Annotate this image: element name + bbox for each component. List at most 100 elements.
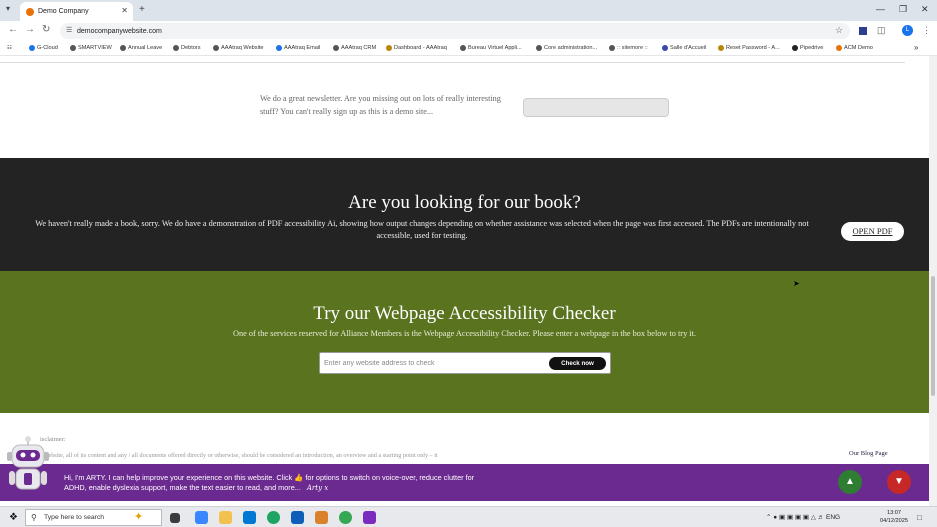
thumbs-up-icon[interactable]: ▲ — [838, 470, 862, 494]
bookmarks-bar: ☷ G-Cloud SMARTVIEW Annual Leave Debtors AAA… — [0, 41, 937, 56]
windows-start-icon[interactable]: ❖ — [9, 512, 18, 523]
bookmark-label: :: sitemore :: — [617, 45, 648, 51]
tray-app-icon[interactable]: ▣ — [795, 514, 801, 521]
newsletter-signup-field[interactable] — [523, 98, 669, 117]
microphone-icon[interactable]: ● — [773, 514, 777, 521]
bookmark-favicon-icon — [213, 45, 219, 51]
bookmark-favicon-icon — [386, 45, 392, 51]
extensions-puzzle-icon[interactable]: ◫ — [877, 25, 886, 36]
volume-icon[interactable]: ♬ — [818, 514, 825, 521]
more-bookmarks-icon[interactable]: » — [914, 43, 918, 52]
url-text: democompanywebsite.com — [77, 27, 162, 35]
book-heading: Are you looking for our book? — [348, 192, 581, 213]
bookmark-item[interactable]: G-Cloud — [29, 45, 58, 51]
bookmark-item[interactable]: Annual Leave — [120, 45, 162, 51]
open-pdf-button[interactable]: OPEN PDF — [841, 222, 904, 241]
site-info-icon[interactable]: ☰ — [66, 26, 72, 34]
bookmark-label: SMARTVIEW — [78, 45, 112, 51]
bookmark-favicon-icon — [333, 45, 339, 51]
bookmark-item[interactable]: Salle d'Accueil — [662, 45, 706, 51]
apps-grid-icon[interactable]: ☷ — [7, 45, 12, 51]
check-now-button[interactable]: Check now — [549, 357, 606, 370]
tray-app-icon[interactable]: ▣ — [803, 514, 809, 521]
close-tab-icon[interactable]: ✕ — [121, 6, 128, 15]
bookmark-item[interactable]: Dashboard - AAAtraq — [386, 45, 447, 51]
bookmark-item[interactable]: AAAtraq Website — [213, 45, 264, 51]
bookmark-favicon-icon — [173, 45, 179, 51]
bookmark-favicon-icon — [460, 45, 466, 51]
bookmark-label: G-Cloud — [37, 45, 58, 51]
bookmark-favicon-icon — [536, 45, 542, 51]
system-clock[interactable]: 13:07 04/12/2025 — [878, 509, 910, 525]
bookmark-label: Salle d'Accueil — [670, 45, 707, 51]
bookmark-item[interactable]: AAAtraq CRM — [333, 45, 376, 51]
bookmark-item[interactable]: Reset Password - A... — [718, 45, 780, 51]
scrollbar-thumb[interactable] — [931, 276, 935, 396]
profile-avatar[interactable]: L — [902, 25, 913, 36]
bookmark-favicon-icon — [836, 45, 842, 51]
blog-page-link[interactable]: Our Blog Page — [849, 450, 888, 457]
widgets-sparkle-icon[interactable]: ✦ — [134, 510, 147, 523]
search-icon: ⚲ — [31, 513, 37, 522]
bookmark-item[interactable]: :: sitemore :: — [609, 45, 648, 51]
arty-robot-icon[interactable] — [6, 436, 50, 492]
bookmark-item[interactable]: Pipedrive — [792, 45, 823, 51]
wifi-icon[interactable]: △ — [811, 514, 816, 521]
bookmark-favicon-icon — [276, 45, 282, 51]
menu-kebab-icon[interactable]: ⋮ — [922, 25, 931, 36]
bookmark-label: Annual Leave — [128, 45, 163, 51]
bookmark-item[interactable]: Debtors — [173, 45, 201, 51]
bookmark-item[interactable]: SMARTVIEW — [70, 45, 112, 51]
notifications-icon[interactable]: □ — [917, 513, 922, 522]
book-section: Are you looking for our book? We haven't… — [0, 158, 929, 271]
newsletter-text: We do a great newsletter. Are you missin… — [260, 94, 501, 116]
page-scrollbar[interactable] — [929, 56, 937, 506]
task-view-icon[interactable] — [170, 513, 180, 523]
copilot-icon[interactable] — [195, 511, 208, 524]
bookmark-item[interactable]: AAAtraq Email — [276, 45, 320, 51]
back-icon[interactable]: ← — [8, 24, 18, 35]
chrome-icon[interactable] — [339, 511, 352, 524]
bookmark-star-icon[interactable]: ☆ — [835, 25, 843, 36]
tab-title: Demo Company — [38, 8, 89, 15]
bookmark-label: Dashboard - AAAtraq — [394, 45, 447, 51]
bookmark-item[interactable]: Bureau Virtuel Appli... — [460, 45, 522, 51]
disclaimer-text: website, all of its content and any / al… — [44, 452, 438, 459]
thumbs-down-icon[interactable]: ▼ — [887, 470, 911, 494]
browser-tab[interactable]: Demo Company ✕ — [20, 2, 133, 21]
extension-icon[interactable] — [859, 27, 867, 35]
bookmark-item[interactable]: Core administration... — [536, 45, 597, 51]
tray-app-icon[interactable]: ▣ — [779, 514, 785, 521]
tray-chevron-icon[interactable]: ⌃ — [766, 514, 771, 521]
website-address-input[interactable] — [324, 357, 542, 370]
bookmark-favicon-icon — [29, 45, 35, 51]
restore-icon[interactable]: ❐ — [899, 4, 907, 15]
book-description: We haven't really made a book, sorry. We… — [35, 219, 809, 240]
mouse-cursor-icon: ➤ — [793, 279, 800, 288]
file-explorer-icon[interactable] — [219, 511, 232, 524]
tab-search-icon[interactable]: ▾ — [6, 4, 10, 13]
minimize-icon[interactable]: — — [876, 4, 885, 14]
teams-icon[interactable] — [363, 511, 376, 524]
reload-icon[interactable]: ↻ — [42, 24, 50, 35]
language-indicator[interactable]: ENG — [826, 514, 840, 521]
web-page: We do a great newsletter. Are you missin… — [0, 56, 929, 500]
forward-icon[interactable]: → — [25, 24, 35, 35]
tray-app-icon[interactable]: ▣ — [787, 514, 793, 521]
new-tab-icon[interactable]: + — [139, 4, 145, 15]
word-icon[interactable] — [291, 511, 304, 524]
bookmark-favicon-icon — [662, 45, 668, 51]
edge-icon[interactable] — [267, 511, 280, 524]
address-bar[interactable]: ☰ democompanywebsite.com — [60, 23, 850, 39]
bookmark-label: AAAtraq Email — [284, 45, 321, 51]
arty-signature: Arty x — [306, 484, 329, 492]
bookmark-label: Core administration... — [544, 45, 598, 51]
close-window-icon[interactable]: ✕ — [921, 4, 929, 15]
bookmark-item[interactable]: ACM Demo — [836, 45, 873, 51]
outlook-icon[interactable] — [243, 511, 256, 524]
checker-heading: Try our Webpage Accessibility Checker — [313, 303, 616, 324]
bookmark-label: Debtors — [181, 45, 201, 51]
system-tray[interactable]: ⌃ ● ▣ ▣ ▣ ▣ △ ♬ ENG — [766, 513, 840, 521]
bookmark-favicon-icon — [70, 45, 76, 51]
powerpoint-icon[interactable] — [315, 511, 328, 524]
